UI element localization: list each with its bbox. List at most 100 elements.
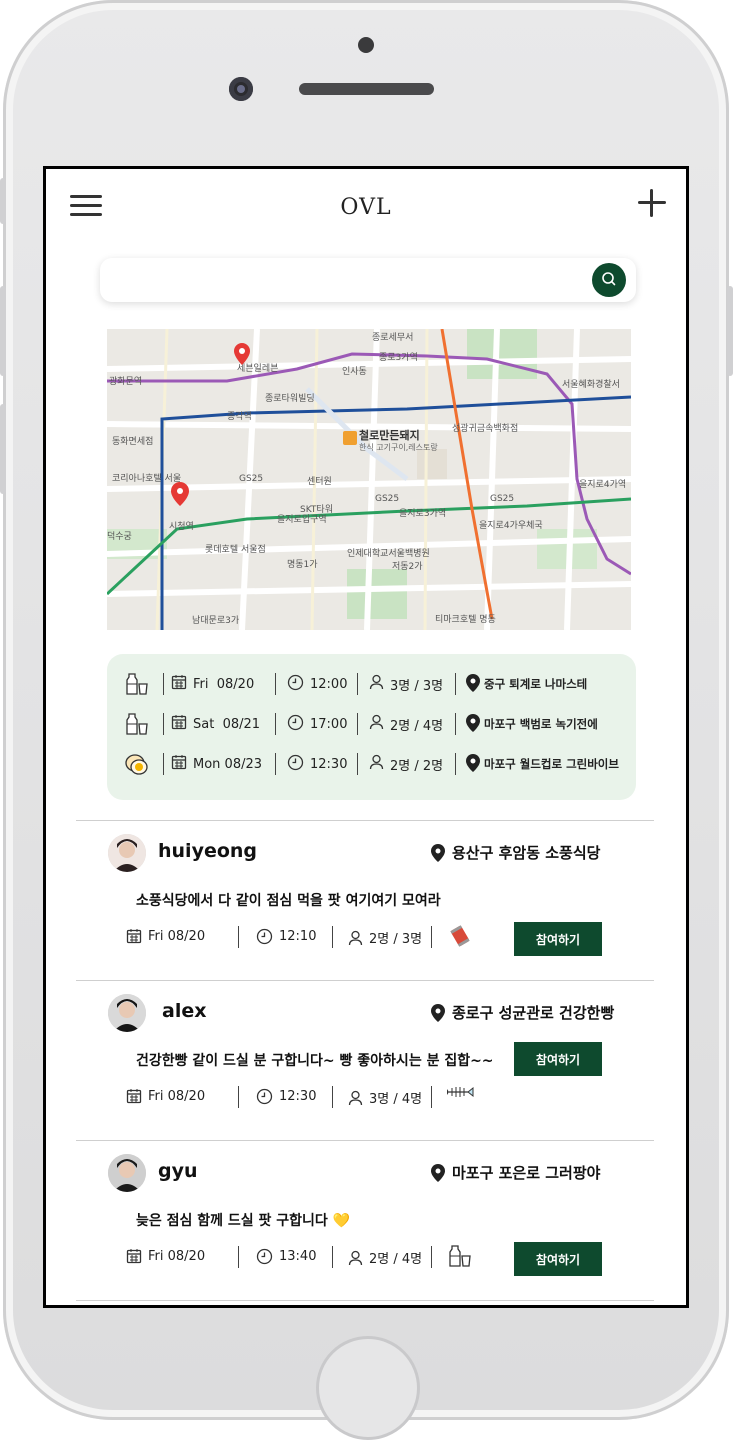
front-camera	[229, 77, 253, 101]
divider	[332, 1086, 333, 1108]
calendar-icon	[126, 928, 142, 944]
drink-can-icon	[446, 922, 474, 954]
svg-text:세븐일레븐: 세븐일레븐	[237, 363, 278, 374]
clock-icon	[256, 928, 273, 945]
schedule-date: Mon 08/23	[193, 756, 263, 772]
svg-text:저동2가: 저동2가	[392, 561, 423, 572]
schedule-people: 2명 / 2명	[390, 758, 444, 774]
app-screen: OVL 종로세무서 종로3가역 광화문역 세븐일레븐 종로타워빌딩 종각역 서울…	[43, 166, 689, 1308]
post-message: 소풍식당에서 다 같이 점심 먹을 팟 여기여기 모여라	[136, 893, 441, 909]
post-username[interactable]: huiyeong	[158, 840, 257, 862]
post-divider	[76, 820, 654, 821]
post-date-text: Fri 08/20	[148, 1248, 206, 1264]
svg-text:SKT타워: SKT타워	[300, 504, 333, 515]
divider	[357, 673, 358, 695]
schedule-row[interactable]: Mon 08/23 12:30 2명 / 2명 마포구 월드컵로 그린바이브	[107, 749, 636, 779]
home-button[interactable]	[316, 1336, 420, 1440]
svg-text:철로만든돼지: 철로만든돼지	[359, 428, 420, 442]
calendar-icon	[171, 714, 187, 734]
post-time-text: 13:40	[279, 1249, 317, 1264]
svg-text:인사동: 인사동	[342, 366, 367, 377]
egg-icon	[123, 749, 151, 779]
svg-text:센터원: 센터원	[307, 476, 332, 487]
phone-volume-up	[0, 286, 6, 376]
divider	[357, 753, 358, 775]
svg-text:을지로입구역: 을지로입구역	[277, 513, 327, 525]
add-post-icon[interactable]	[638, 189, 666, 217]
divider	[332, 1246, 333, 1268]
divider	[431, 926, 432, 948]
post-people-text: 3명 / 4명	[369, 1092, 423, 1107]
svg-text:동화면세점: 동화면세점	[112, 435, 153, 447]
post-date: Fri 08/20	[126, 1248, 205, 1264]
schedule-place: 마포구 월드컵로 그린바이브	[484, 757, 619, 771]
calendar-icon	[171, 674, 187, 694]
post-time-text: 12:30	[279, 1089, 317, 1104]
search-input[interactable]	[118, 266, 582, 296]
phone-side-button	[0, 178, 6, 224]
app-title: OVL	[340, 195, 392, 220]
phone-volume-down	[0, 404, 6, 494]
post-username[interactable]: alex	[162, 1000, 206, 1022]
divider	[357, 713, 358, 735]
divider	[431, 1246, 432, 1268]
person-icon	[348, 1090, 363, 1106]
post-location: 종로구 성균관로 건강한빵	[430, 1002, 614, 1023]
svg-text:을지로3가역: 을지로3가역	[399, 508, 446, 519]
svg-text:종로3가역: 종로3가역	[379, 352, 418, 363]
post-message: 늦은 점심 함께 드실 팟 구합니다 💛	[136, 1213, 351, 1229]
join-button[interactable]: 참여하기	[514, 1242, 602, 1276]
search-button[interactable]	[592, 263, 626, 297]
svg-text:남대문로3가: 남대문로3가	[192, 615, 239, 626]
post-location: 마포구 포은로 그러팡야	[430, 1162, 600, 1183]
calendar-icon	[126, 1088, 142, 1104]
svg-text:명동1가: 명동1가	[287, 559, 318, 570]
post-people-text: 2명 / 4명	[369, 1252, 423, 1267]
avatar[interactable]	[108, 1154, 146, 1192]
milk-icon	[123, 669, 151, 699]
clock-icon	[287, 754, 304, 775]
schedule-date: Fri 08/20	[193, 676, 255, 692]
person-icon	[369, 714, 384, 734]
post-time-text: 12:10	[279, 929, 317, 944]
avatar[interactable]	[108, 834, 146, 872]
person-icon	[348, 1250, 363, 1266]
schedule-time: 12:00	[310, 676, 348, 692]
avatar[interactable]	[108, 994, 146, 1032]
schedule-row[interactable]: Sat 08/21 17:00 2명 / 4명 마포구 백범로 녹기전에	[107, 709, 636, 739]
divider	[163, 753, 164, 775]
schedule-time: 12:30	[310, 756, 348, 772]
person-icon	[369, 754, 384, 774]
svg-text:성광귀금속백화점: 성광귀금속백화점	[452, 422, 518, 434]
location-pin-icon	[430, 1163, 446, 1183]
my-schedule-panel: Fri 08/20 12:00 3명 / 3명 중구 퇴계로 나마스테 Sat …	[107, 654, 636, 800]
svg-text:덕수궁: 덕수궁	[107, 531, 132, 542]
schedule-row[interactable]: Fri 08/20 12:00 3명 / 3명 중구 퇴계로 나마스테	[107, 669, 636, 699]
svg-text:시청역: 시청역	[169, 521, 194, 532]
svg-text:을지로4가역: 을지로4가역	[579, 479, 626, 490]
person-icon	[348, 930, 363, 946]
divider	[238, 1246, 239, 1268]
location-pin-icon	[430, 1003, 446, 1023]
schedule-people: 2명 / 4명	[390, 718, 444, 734]
divider	[163, 713, 164, 735]
person-icon	[369, 674, 384, 694]
svg-text:GS25: GS25	[375, 494, 399, 504]
schedule-place: 중구 퇴계로 나마스테	[484, 677, 588, 691]
join-button[interactable]: 참여하기	[514, 1042, 602, 1076]
join-button[interactable]: 참여하기	[514, 922, 602, 956]
schedule-people: 3명 / 3명	[390, 678, 444, 694]
phone-power-button	[727, 286, 733, 376]
location-pin-icon	[465, 713, 481, 736]
divider	[455, 713, 456, 735]
search-bar	[100, 258, 636, 302]
post-username[interactable]: gyu	[158, 1160, 198, 1182]
milk-icon	[123, 709, 151, 739]
post-people: 2명 / 4명	[348, 1248, 422, 1267]
divider	[238, 926, 239, 948]
map-view[interactable]: 종로세무서 종로3가역 광화문역 세븐일레븐 종로타워빌딩 종각역 서울혜화경찰…	[107, 329, 631, 630]
svg-text:GS25: GS25	[239, 474, 263, 484]
divider	[275, 753, 276, 775]
post-time: 13:40	[256, 1248, 316, 1265]
location-pin-icon	[465, 753, 481, 776]
